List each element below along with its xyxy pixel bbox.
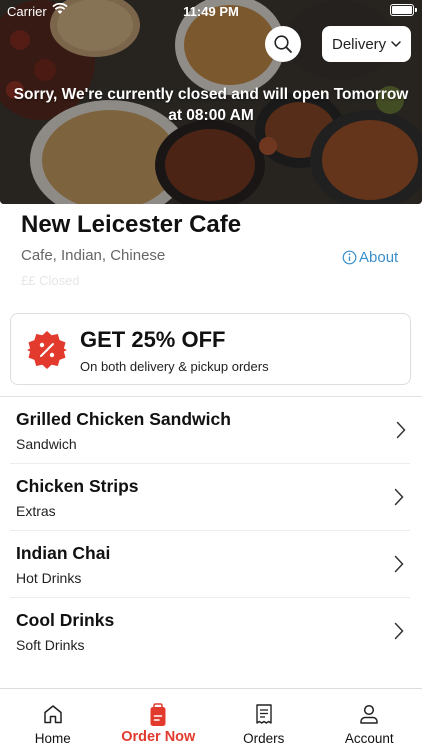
restaurant-cuisines: Cafe, Indian, Chinese: [21, 247, 166, 264]
battery-icon: [390, 4, 417, 16]
home-icon: [44, 705, 62, 724]
user-icon: [360, 704, 378, 724]
status-bar: Carrier 11:49 PM: [0, 0, 422, 22]
about-link[interactable]: About: [342, 249, 398, 266]
menu-item-name: Grilled Chicken Sandwich: [16, 409, 231, 429]
chevron-right-icon: [394, 622, 404, 640]
tab-orders[interactable]: Orders: [211, 689, 317, 750]
receipt-icon: [256, 704, 272, 724]
tab-home[interactable]: Home: [0, 689, 106, 750]
tab-order-now[interactable]: Order Now: [106, 689, 212, 750]
search-icon: [274, 35, 292, 53]
menu-item-category: Extras: [16, 503, 56, 519]
chevron-right-icon: [394, 555, 404, 573]
offer-card[interactable]: GET 25% OFF On both delivery & pickup or…: [10, 313, 411, 385]
tab-label: Order Now: [121, 729, 196, 745]
tab-account[interactable]: Account: [317, 689, 422, 750]
chevron-right-icon: [396, 421, 406, 439]
menu-item-category: Sandwich: [16, 436, 77, 452]
restaurant-status: ££ Closed: [21, 273, 80, 288]
menu-item-category: Soft Drinks: [16, 637, 85, 653]
offer-subtitle: On both delivery & pickup orders: [80, 359, 269, 374]
percent-badge-icon: [27, 331, 67, 369]
menu-item-name: Indian Chai: [16, 543, 111, 563]
closed-message: Sorry, We're currently closed and will o…: [13, 86, 409, 124]
tab-label: Orders: [243, 731, 285, 746]
info-icon: [342, 250, 357, 265]
tab-label: Account: [344, 731, 394, 746]
restaurant-name: New Leicester Cafe: [21, 211, 242, 238]
order-mode-value: Delivery: [332, 35, 387, 53]
offer-title: GET 25% OFF: [80, 327, 226, 352]
tab-label: Home: [34, 731, 71, 746]
about-label: About: [359, 249, 399, 266]
menu-item-category: Hot Drinks: [16, 570, 82, 586]
order-bag-icon: [150, 703, 166, 726]
menu-list: Grilled Chicken Sandwich Sandwich Chicke…: [0, 396, 422, 664]
menu-item-name: Cool Drinks: [16, 610, 115, 630]
menu-category-item[interactable]: Grilled Chicken Sandwich Sandwich: [0, 396, 422, 463]
clock: 11:49 PM: [183, 4, 239, 19]
hero-banner: Carrier 11:49 PM Delivery Sorry, We're c…: [0, 0, 422, 204]
chevron-right-icon: [394, 488, 404, 506]
order-mode-dropdown[interactable]: Delivery: [322, 26, 411, 62]
menu-category-item[interactable]: Cool Drinks Soft Drinks: [10, 597, 410, 664]
menu-category-item[interactable]: Indian Chai Hot Drinks: [10, 530, 410, 597]
search-button[interactable]: [265, 26, 301, 62]
menu-item-name: Chicken Strips: [16, 476, 139, 496]
bottom-tab-bar: Home Order Now Orders Account: [0, 688, 422, 750]
menu-category-item[interactable]: Chicken Strips Extras: [10, 463, 410, 530]
chevron-down-icon: [391, 41, 401, 48]
